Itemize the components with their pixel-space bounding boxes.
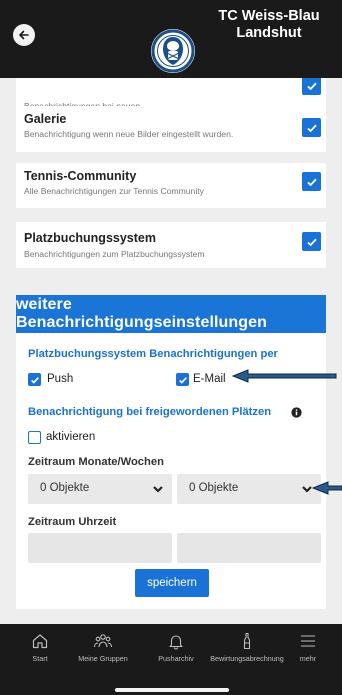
weeks-select[interactable]: 0 Objekte [177, 474, 321, 504]
push-label: Push [47, 373, 74, 385]
nav-item-start[interactable]: Start [22, 632, 58, 663]
annotation-arrow-weeks [312, 481, 342, 495]
notification-description: Benachrichtigung wenn neue Bilder einges… [24, 129, 234, 139]
time-from-input[interactable] [28, 533, 172, 563]
months-select-value: 0 Objekte [40, 482, 90, 494]
checkmark-icon [306, 82, 317, 90]
more-settings-banner: weitere Benachrichtigungseinstellungen [16, 295, 326, 333]
notification-card-galerie: Galerie Benachrichtigung wenn neue Bilde… [16, 106, 326, 152]
booking-notification-heading: Platzbuchungssystem Benachrichtigungen p… [28, 348, 278, 360]
nav-label-start: Start [32, 654, 48, 663]
settings-scroll-area[interactable]: Benachrichtigungen bei neuen Galerie Ben… [0, 78, 342, 624]
nav-item-more[interactable]: mehr [290, 632, 326, 663]
notification-checkbox-community[interactable] [302, 172, 321, 191]
club-name: TC Weiss-Blau Landshut [210, 8, 328, 42]
arrow-left-icon [19, 30, 29, 40]
menu-icon [301, 635, 315, 647]
club-name-line1: TC Weiss-Blau [218, 8, 320, 24]
club-name-line2: Landshut [236, 25, 302, 41]
nav-label-groups: Meine Gruppen [78, 654, 128, 663]
notification-title: Platzbuchungssystem [24, 231, 156, 245]
checkmark-icon [30, 376, 39, 384]
nav-label-pusharchiv: Pusharchiv [158, 654, 194, 663]
bottom-navigation: Start Meine Gruppen Pusharchiv Bewirtung… [0, 624, 342, 695]
notification-checkbox-galerie[interactable] [302, 118, 321, 137]
notification-checkbox-platzbuchung[interactable] [302, 232, 321, 251]
checkmark-icon [306, 178, 317, 186]
home-icon [32, 634, 48, 649]
checkmark-icon [178, 376, 187, 384]
notification-title: Tennis-Community [24, 169, 137, 183]
activate-label: aktivieren [46, 431, 96, 443]
bell-icon [169, 635, 183, 650]
chevron-down-icon [153, 486, 163, 493]
nav-label-more: mehr [299, 654, 317, 663]
notification-checkbox-news[interactable] [302, 78, 321, 95]
free-courts-heading: Benachrichtigung bei freigewordenen Plät… [28, 406, 272, 418]
push-checkbox[interactable] [28, 373, 41, 386]
months-select[interactable]: 0 Objekte [28, 474, 172, 504]
info-circle-icon[interactable] [291, 407, 302, 418]
time-heading: Zeitraum Uhrzeit [28, 516, 117, 528]
back-button[interactable] [13, 24, 35, 46]
save-button[interactable]: speichern [135, 569, 209, 597]
nav-item-groups[interactable]: Meine Gruppen [78, 632, 128, 663]
checkmark-icon [306, 124, 317, 132]
notification-description: Alle Benachrichtigungen zur Tennis Commu… [24, 186, 204, 196]
nav-item-pusharchiv[interactable]: Pusharchiv [154, 632, 198, 663]
club-logo[interactable] [149, 27, 197, 75]
notification-title: Galerie [24, 112, 67, 126]
notification-card-platzbuchung: Platzbuchungssystem Benachrichtigungen z… [16, 222, 326, 268]
nav-label-bewirtung: Bewirtungsabrechnung [210, 654, 284, 663]
checkmark-icon [306, 238, 317, 246]
weeks-select-value: 0 Objekte [189, 482, 239, 494]
bottle-icon [243, 632, 251, 650]
email-label: E-Mail [193, 373, 226, 385]
club-logo-icon [151, 29, 195, 73]
notification-card-community: Tennis-Community Alle Benachrichtigungen… [16, 163, 326, 208]
activate-checkbox[interactable] [28, 431, 41, 444]
period-heading: Zeitraum Monate/Wochen [28, 456, 164, 468]
notification-description: Benachrichtigungen zum Platzbuchungssyst… [24, 249, 205, 259]
group-icon [93, 634, 113, 648]
nav-item-bewirtung[interactable]: Bewirtungsabrechnung [208, 632, 286, 663]
email-checkbox[interactable] [176, 373, 189, 386]
time-to-input[interactable] [177, 533, 321, 563]
home-indicator[interactable] [115, 688, 229, 692]
annotation-arrow-email [232, 369, 337, 383]
